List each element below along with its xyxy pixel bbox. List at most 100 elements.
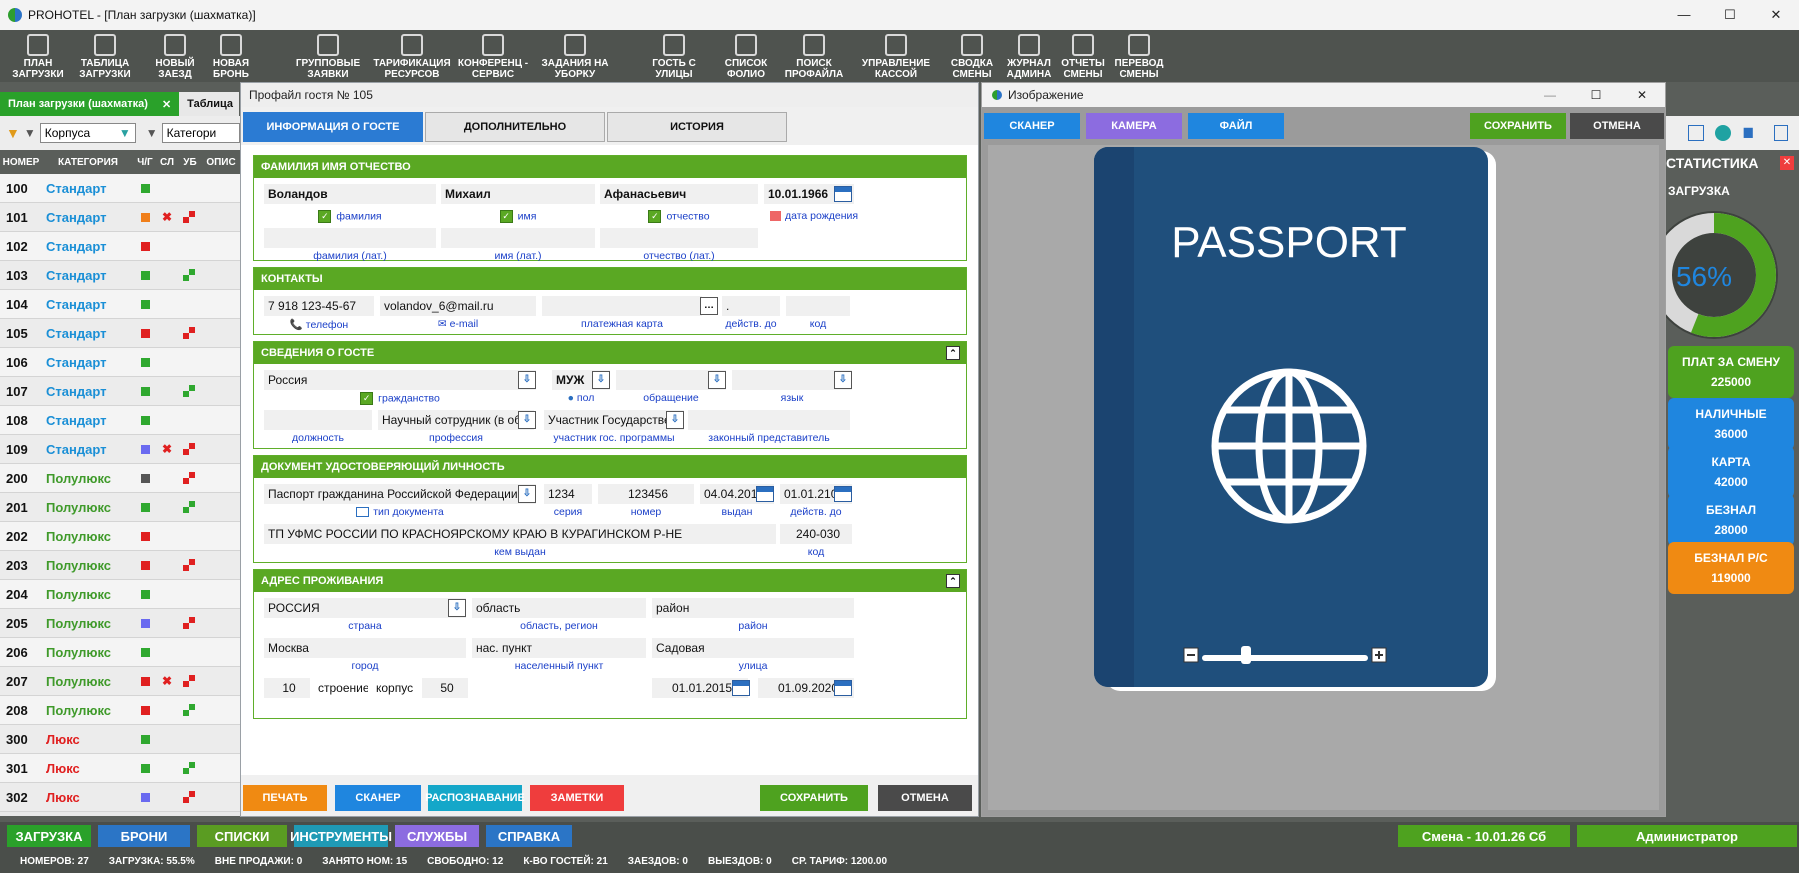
patronymic-field[interactable]: Афанасьевич <box>600 184 758 204</box>
name-field[interactable]: Михаил <box>441 184 595 204</box>
close-button[interactable]: ✕ <box>1619 88 1665 102</box>
toolbar-button-10[interactable]: ПОИСК ПРОФАЙЛА <box>778 30 850 82</box>
table-row[interactable]: 108 Стандарт <box>0 406 240 435</box>
tab-load-plan[interactable]: План загрузки (шахматка) ✕ <box>0 92 180 116</box>
user-indicator[interactable]: Администратор <box>1577 825 1797 847</box>
close-button[interactable]: ✕ <box>1753 7 1799 23</box>
card-code-field[interactable] <box>786 296 850 316</box>
name-lat-field[interactable] <box>441 228 595 248</box>
card-field[interactable] <box>542 296 702 316</box>
position-field[interactable] <box>264 410 372 430</box>
category-select[interactable]: Категори <box>161 123 240 143</box>
toolbar-button-3[interactable]: НОВАЯ БРОНЬ <box>204 30 258 82</box>
table-row[interactable]: 200 Полулюкс <box>0 464 240 493</box>
tab-guest-info[interactable]: ИНФОРМАЦИЯ О ГОСТЕ <box>243 112 423 142</box>
locality-field[interactable]: нас. пункт <box>472 638 646 658</box>
maximize-button[interactable]: ☐ <box>1573 88 1619 102</box>
notes-button[interactable]: ЗАМЕТКИ <box>530 785 624 811</box>
calendar-icon[interactable] <box>732 680 750 696</box>
column-header[interactable]: ОПИС <box>202 157 240 168</box>
table-row[interactable]: 101 Стандарт ✖ <box>0 203 240 232</box>
region-field[interactable]: область <box>472 598 646 618</box>
minimize-button[interactable]: — <box>1527 88 1573 102</box>
table-row[interactable]: 107 Стандарт <box>0 377 240 406</box>
table-row[interactable]: 203 Полулюкс <box>0 551 240 580</box>
toolbar-button-6[interactable]: КОНФЕРЕНЦ - СЕРВИС <box>454 30 532 82</box>
collapse-icon[interactable]: ⌃ <box>946 574 960 588</box>
check-icon[interactable]: ✓ <box>318 210 332 223</box>
stat-tile[interactable]: КАРТА 42000 <box>1668 446 1794 498</box>
stat-tile[interactable]: ПЛАТ ЗА СМЕНУ 225000 <box>1668 346 1794 398</box>
collapse-icon[interactable]: ⌃ <box>946 346 960 360</box>
cancel-button[interactable]: ОТМЕНА <box>1570 113 1664 139</box>
table-row[interactable]: 103 Стандарт <box>0 261 240 290</box>
citizenship-field[interactable]: Россия <box>264 370 536 390</box>
table-row[interactable]: 109 Стандарт ✖ <box>0 435 240 464</box>
table-row[interactable]: 301 Люкс <box>0 754 240 783</box>
nav-button[interactable]: ИНСТРУМЕНТЫ <box>290 825 392 847</box>
maximize-button[interactable]: ☐ <box>1707 7 1753 23</box>
grid-view-icon[interactable] <box>1688 125 1704 141</box>
toolbar-button-4[interactable]: ГРУППОВЫЕ ЗАЯВКИ <box>286 30 370 82</box>
table-row[interactable]: 104 Стандарт <box>0 290 240 319</box>
column-header[interactable]: УБ <box>178 157 202 168</box>
table-row[interactable]: 100 Стандарт <box>0 174 240 203</box>
representative-field[interactable] <box>688 410 850 430</box>
doc-issuer-field[interactable]: ТП УФМС РОССИИ ПО КРАСНОЯРСКОМУ КРАЮ В К… <box>264 524 776 544</box>
bar-chart-icon[interactable]: ▆ <box>1744 125 1752 138</box>
district-field[interactable]: район <box>652 598 854 618</box>
calendar-icon[interactable] <box>834 486 852 502</box>
citizenship-dropdown-icon[interactable]: ⇩ <box>518 371 536 389</box>
doc-number-field[interactable]: 123456 <box>598 484 694 504</box>
check-icon[interactable]: ✓ <box>499 210 513 223</box>
country-dropdown-icon[interactable]: ⇩ <box>448 599 466 617</box>
column-header[interactable]: СЛ <box>156 157 178 168</box>
street-field[interactable]: Садовая <box>652 638 854 658</box>
flat-field[interactable]: 50 <box>422 678 468 698</box>
corpus-select[interactable]: Корпуса ▼ <box>39 123 136 143</box>
address-form-dropdown-icon[interactable]: ⇩ <box>708 371 726 389</box>
category-filter-icon[interactable]: ▼ <box>146 126 158 140</box>
toolbar-button-11[interactable]: УПРАВЛЕНИЕ КАССОЙ <box>850 30 942 82</box>
table-row[interactable]: 204 Полулюкс <box>0 580 240 609</box>
toolbar-button-15[interactable]: ПЕРЕВОД СМЕНЫ <box>1110 30 1168 82</box>
toolbar-button-12[interactable]: СВОДКА СМЕНЫ <box>942 30 1002 82</box>
calendar-icon[interactable] <box>1774 125 1788 141</box>
scanner-button[interactable]: СКАНЕР <box>335 785 421 811</box>
surname-lat-field[interactable] <box>264 228 436 248</box>
stat-tile[interactable]: БЕЗНАЛ Р/С 119000 <box>1668 542 1794 594</box>
doc-series-field[interactable]: 1234 <box>544 484 592 504</box>
doc-code-field[interactable]: 240-030 <box>780 524 852 544</box>
column-header[interactable]: Ч/Г <box>134 157 156 168</box>
more-button[interactable]: … <box>700 297 718 315</box>
scanner-button[interactable]: СКАНЕР <box>984 113 1080 139</box>
table-row[interactable]: 201 Полулюкс <box>0 493 240 522</box>
phone-field[interactable]: 7 918 123-45-67 <box>264 296 374 316</box>
save-button[interactable]: СОХРАНИТЬ <box>760 785 868 811</box>
program-field[interactable]: Участник Государственн <box>544 410 684 430</box>
table-row[interactable]: 106 Стандарт <box>0 348 240 377</box>
profession-field[interactable]: Научный сотрудник (в области <box>378 410 534 430</box>
card-valid-field[interactable]: . <box>722 296 780 316</box>
toolbar-button-1[interactable]: ТАБЛИЦА ЗАГРУЗКИ <box>72 30 138 82</box>
language-dropdown-icon[interactable]: ⇩ <box>834 371 852 389</box>
toolbar-button-8[interactable]: ГОСТЬ С УЛИЦЫ <box>634 30 714 82</box>
table-row[interactable]: 302 Люкс <box>0 783 240 812</box>
nav-button[interactable]: БРОНИ <box>98 825 190 847</box>
table-row[interactable]: 105 Стандарт <box>0 319 240 348</box>
table-row[interactable]: 102 Стандарт <box>0 232 240 261</box>
table-row[interactable]: 206 Полулюкс <box>0 638 240 667</box>
minimize-button[interactable]: — <box>1661 7 1707 23</box>
filter-icon[interactable]: ▼ <box>6 125 20 141</box>
surname-field[interactable]: Воландов <box>264 184 436 204</box>
nav-button[interactable]: СЛУЖБЫ <box>395 825 479 847</box>
toolbar-button-5[interactable]: ТАРИФИКАЦИЯ РЕСУРСОВ <box>370 30 454 82</box>
doc-type-field[interactable]: Паспорт гражданина Российской Федерации <box>264 484 536 504</box>
cancel-button[interactable]: ОТМЕНА <box>878 785 972 811</box>
shift-indicator[interactable]: Смена - 10.01.26 Сб <box>1398 825 1570 847</box>
toolbar-button-9[interactable]: СПИСОК ФОЛИО <box>714 30 778 82</box>
table-row[interactable]: 202 Полулюкс <box>0 522 240 551</box>
table-row[interactable]: 208 Полулюкс <box>0 696 240 725</box>
toolbar-button-7[interactable]: ЗАДАНИЯ НА УБОРКУ <box>532 30 618 82</box>
sex-dropdown-icon[interactable]: ⇩ <box>592 371 610 389</box>
